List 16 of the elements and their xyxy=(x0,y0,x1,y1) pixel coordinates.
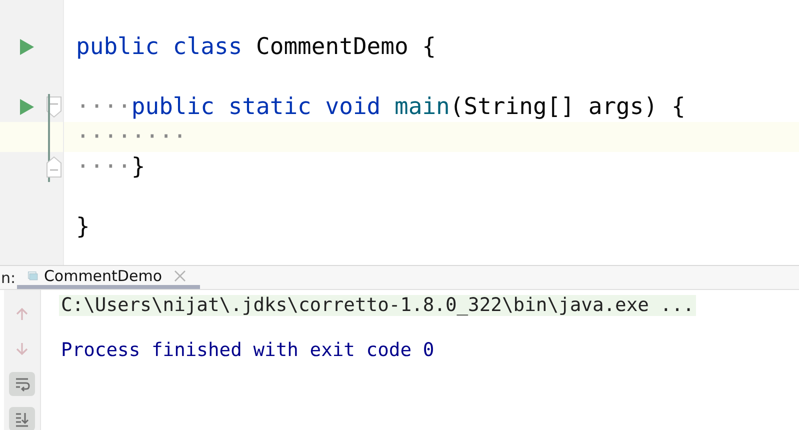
panel-label: n: xyxy=(0,268,17,288)
wrap-icon[interactable] xyxy=(14,376,30,392)
run-icon[interactable] xyxy=(18,38,35,56)
code-line: } xyxy=(76,214,90,240)
scroll-to-end-icon[interactable] xyxy=(14,410,30,428)
code-line: public static void main(String[] args) { xyxy=(131,94,686,120)
console-output: Process finished with exit code 0 xyxy=(60,340,436,361)
code-line: public class CommentDemo { xyxy=(76,34,436,60)
run-tab[interactable]: CommentDemo xyxy=(17,266,200,289)
fold-icon[interactable] xyxy=(46,156,62,178)
close-icon[interactable] xyxy=(174,270,186,282)
whitespace-marks: ········ xyxy=(76,124,187,150)
code-line: } xyxy=(131,154,146,180)
whitespace-marks: ···· xyxy=(76,154,132,180)
whitespace-marks: ···· xyxy=(76,94,132,120)
run-icon[interactable] xyxy=(18,98,35,116)
